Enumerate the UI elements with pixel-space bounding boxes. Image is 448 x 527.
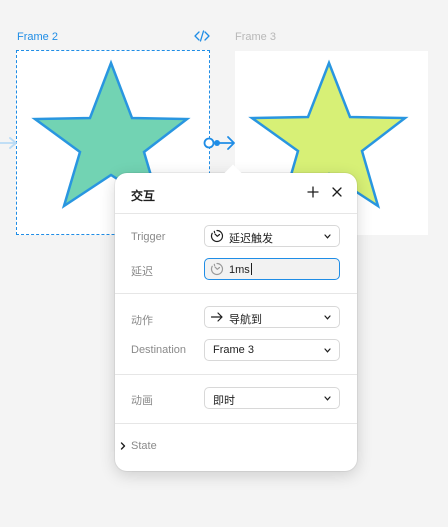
chevron-down-icon xyxy=(324,315,331,320)
close-icon[interactable] xyxy=(332,187,342,197)
trigger-select[interactable]: 延迟触发 xyxy=(204,225,340,247)
animation-value: 即时 xyxy=(213,395,235,407)
divider xyxy=(115,213,357,214)
trigger-label: Trigger xyxy=(131,231,166,243)
text-cursor xyxy=(250,263,252,275)
delay-input[interactable]: 1ms xyxy=(204,258,340,280)
panel-header: 交互 xyxy=(115,173,357,213)
trigger-value: 延迟触发 xyxy=(229,233,273,245)
incoming-connection-arrow xyxy=(0,137,17,149)
chevron-down-icon xyxy=(324,348,331,353)
prototype-connector[interactable] xyxy=(203,134,237,152)
action-label: 动作 xyxy=(131,315,153,327)
delay-clock-icon xyxy=(210,262,224,276)
action-value: 导航到 xyxy=(229,314,262,326)
action-select[interactable]: 导航到 xyxy=(204,306,340,328)
chevron-right-icon[interactable] xyxy=(120,442,126,450)
destination-value: Frame 3 xyxy=(213,344,254,356)
chevron-down-icon xyxy=(324,396,331,401)
frame-2-label[interactable]: Frame 2 xyxy=(17,31,58,43)
destination-label: Destination xyxy=(131,344,187,356)
interaction-panel: 交互 Trigger 延迟触发 延迟 1ms 动作 导航到 Destinatio… xyxy=(115,164,357,471)
divider xyxy=(115,374,357,375)
destination-select[interactable]: Frame 3 xyxy=(204,339,340,361)
delay-clock-icon xyxy=(210,229,224,243)
panel-title: 交互 xyxy=(131,189,156,203)
frame-3-label[interactable]: Frame 3 xyxy=(235,31,276,43)
arrow-right-icon xyxy=(210,312,223,322)
chevron-down-icon xyxy=(324,234,331,239)
animation-select[interactable]: 即时 xyxy=(204,387,340,409)
delay-label: 延迟 xyxy=(131,266,153,278)
animation-label: 动画 xyxy=(131,395,153,407)
plus-icon[interactable] xyxy=(307,186,319,198)
delay-value-text: 1ms xyxy=(229,264,250,276)
code-icon[interactable] xyxy=(194,30,210,42)
divider xyxy=(115,423,357,424)
state-section-toggle[interactable]: State xyxy=(131,440,157,452)
delay-value: 1ms xyxy=(229,263,252,276)
divider xyxy=(115,293,357,294)
